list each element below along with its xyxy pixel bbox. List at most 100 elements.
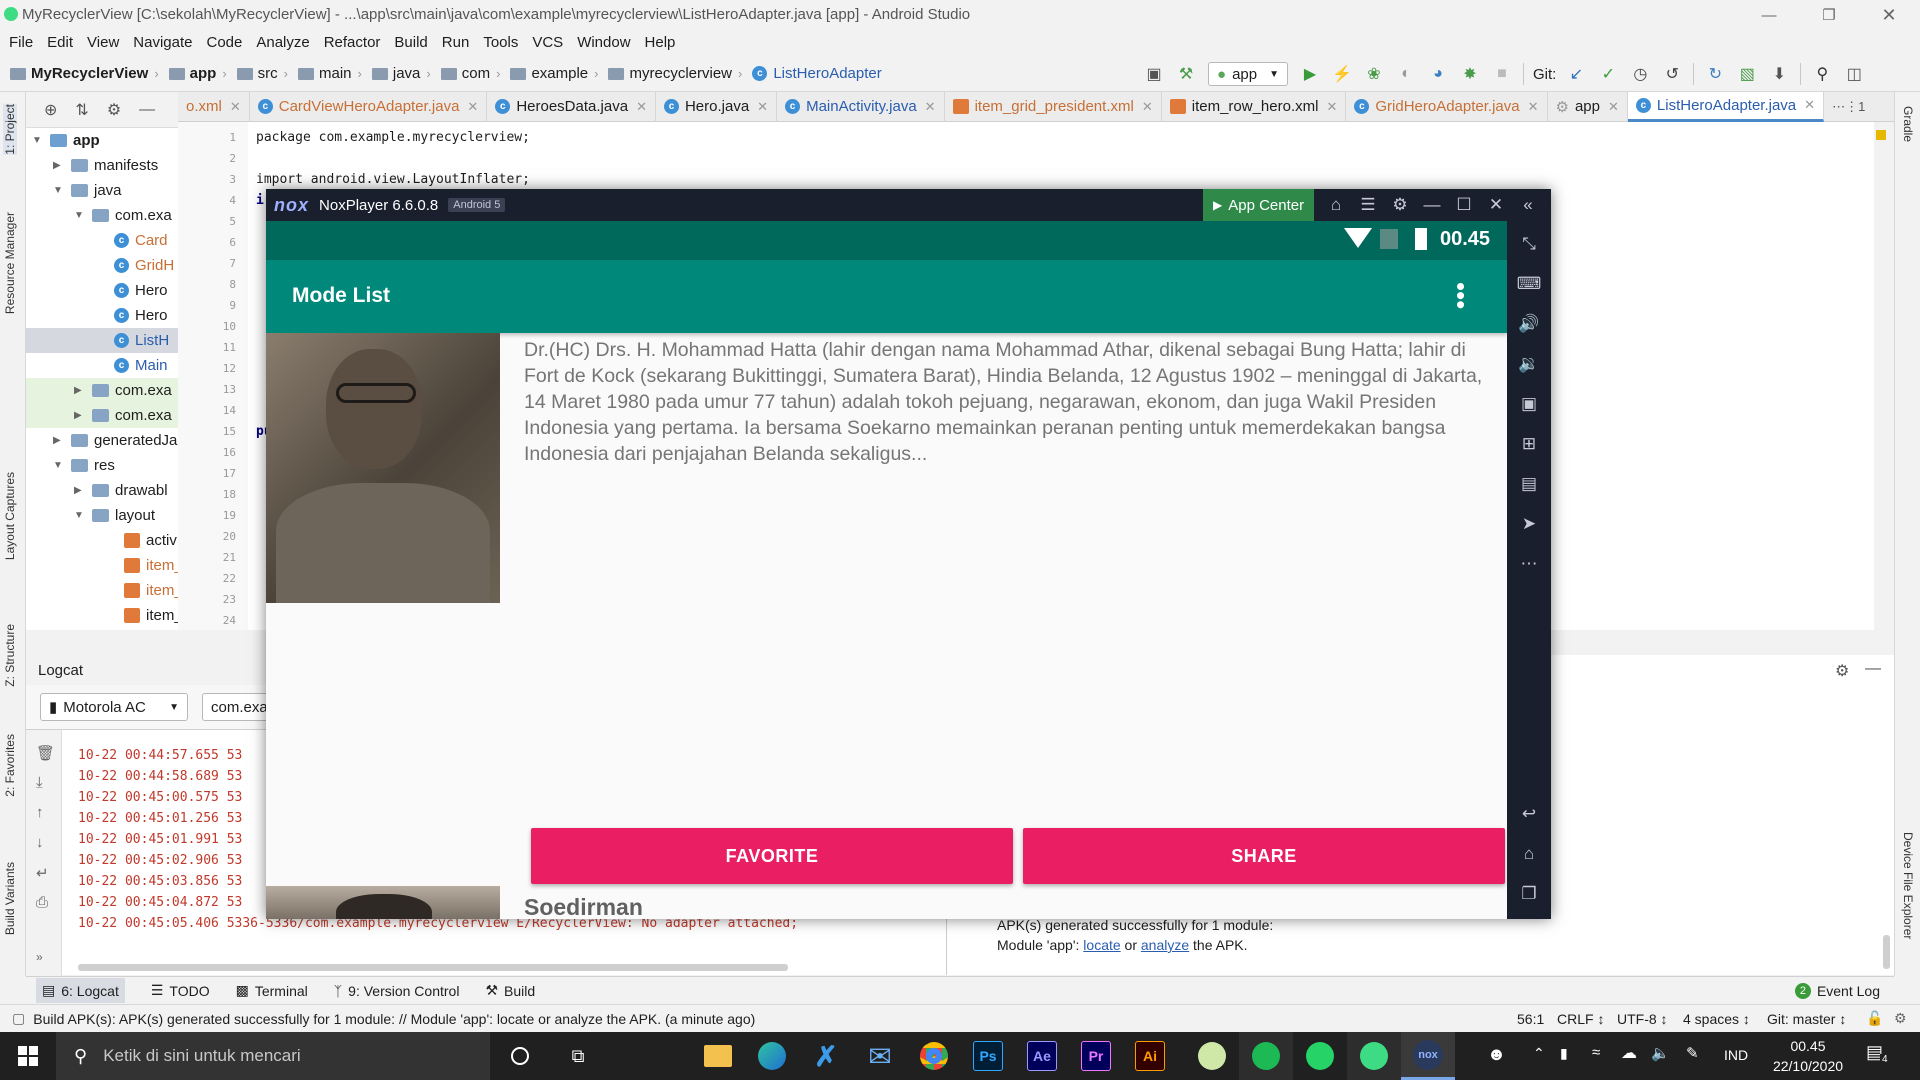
breadcrumb-java[interactable]: java › <box>371 65 431 82</box>
settings-icon[interactable]: ⚙ <box>1835 661 1849 681</box>
more-icon[interactable]: ⋯ <box>1518 553 1540 575</box>
git-rollback-icon[interactable]: ↺ <box>1662 64 1682 84</box>
hide-icon[interactable]: — <box>139 101 155 119</box>
battery-tray-icon[interactable]: ▮ <box>1560 1045 1568 1062</box>
tree-item[interactable]: ▶ com.exa <box>26 378 178 403</box>
menu-view[interactable]: View <box>80 30 126 56</box>
volume-down-icon[interactable]: 🔉 <box>1518 353 1540 375</box>
hero-photo[interactable] <box>266 333 500 603</box>
close-tab-icon[interactable]: ✕ <box>636 99 647 115</box>
breadcrumb-src[interactable]: src › <box>236 65 288 82</box>
analyze-link[interactable]: analyze <box>1141 937 1189 953</box>
menu-build[interactable]: Build <box>387 30 434 56</box>
vertical-scrollbar[interactable] <box>1883 935 1890 969</box>
collapse-all-icon[interactable]: ⇅ <box>75 100 88 120</box>
illustrator-icon[interactable]: Ai <box>1123 1032 1177 1080</box>
tree-item-selected[interactable]: c ListH <box>26 328 178 353</box>
pen-icon[interactable]: ✎ <box>1686 1044 1699 1062</box>
cloud-icon[interactable]: ☁ <box>1621 1043 1637 1063</box>
cortana-icon[interactable] <box>493 1032 547 1080</box>
fullscreen-icon[interactable]: ⤡ <box>1518 233 1540 255</box>
tab-item-row-hero[interactable]: item_row_hero.xml ✕ <box>1162 91 1347 122</box>
run-config-select[interactable]: ● app ▼ <box>1208 62 1288 86</box>
settings-icon[interactable]: ⚙ <box>107 100 121 120</box>
language-indicator[interactable]: IND <box>1724 1047 1748 1063</box>
tree-item[interactable]: c Card <box>114 228 168 253</box>
tree-item[interactable]: ▶ drawabl <box>74 478 168 503</box>
volume-up-icon[interactable]: 🔊 <box>1518 313 1540 335</box>
tree-item[interactable]: ▼ res <box>53 453 115 478</box>
photoshop-icon[interactable]: Ps <box>961 1032 1015 1080</box>
profile-icon[interactable]: ◕ <box>1428 64 1448 84</box>
settings-icon[interactable]: ⚙ <box>1389 194 1411 216</box>
close-tab-icon[interactable]: ✕ <box>1804 97 1815 113</box>
minimize-icon[interactable]: — <box>1746 0 1792 30</box>
git-commit-icon[interactable]: ✓ <box>1598 64 1618 84</box>
maximize-icon[interactable]: ☐ <box>1453 194 1475 216</box>
close-tab-icon[interactable]: ✕ <box>757 99 768 115</box>
hide-panel-icon[interactable]: — <box>1865 660 1881 678</box>
tree-item[interactable]: item_ <box>124 553 178 578</box>
locate-icon[interactable]: ⊕ <box>44 100 57 120</box>
gradle-tab[interactable]: Gradle <box>1901 106 1915 142</box>
android-studio-taskbar-icon[interactable] <box>1347 1032 1401 1080</box>
tab-o-xml[interactable]: o.xml ✕ <box>178 91 250 122</box>
coverage-icon[interactable]: ◐ <box>1396 64 1416 84</box>
tree-item[interactable]: ▶ generatedJa <box>53 428 177 453</box>
tree-item[interactable]: c Main <box>114 353 168 378</box>
menu-icon[interactable]: ☰ <box>1357 194 1379 216</box>
tree-item[interactable]: ▶ com.exa <box>26 403 178 428</box>
device-select[interactable]: ▮ Motorola AC ▼ <box>40 693 188 721</box>
menu-refactor[interactable]: Refactor <box>317 30 388 56</box>
menu-file[interactable]: File <box>2 30 40 56</box>
multi-instance-icon[interactable]: ▤ <box>1518 473 1540 495</box>
tab-build[interactable]: ⚒ Build <box>485 982 535 999</box>
search-icon[interactable]: ⚲ <box>1812 64 1832 84</box>
wifi-tray-icon[interactable]: ≈ <box>1592 1044 1600 1061</box>
project-structure-icon[interactable]: ▣ <box>1144 64 1164 84</box>
tree-item[interactable]: ▼ java <box>53 178 122 203</box>
notification-center-icon[interactable]: ▤ 4 <box>1866 1042 1892 1068</box>
run-icon[interactable]: ▶ <box>1300 64 1320 84</box>
locate-link[interactable]: locate <box>1083 937 1120 953</box>
close-tab-icon[interactable]: ✕ <box>1142 99 1153 115</box>
line-separator[interactable]: CRLF ↕ <box>1557 1011 1604 1027</box>
collapse-sidebar-icon[interactable]: « <box>1517 194 1539 216</box>
up-arrow-icon[interactable]: ↑ <box>36 804 44 821</box>
breadcrumb-app[interactable]: app › <box>168 65 227 82</box>
close-tab-icon[interactable]: ✕ <box>1528 99 1539 115</box>
breadcrumb-project[interactable]: MyRecyclerView › <box>10 65 159 82</box>
menu-edit[interactable]: Edit <box>40 30 80 56</box>
gradle-sync-icon[interactable]: ↻ <box>1705 64 1725 84</box>
build-variants-tab[interactable]: Build Variants <box>3 862 17 935</box>
menu-tools[interactable]: Tools <box>476 30 525 56</box>
hero-name[interactable]: Soedirman <box>524 894 643 919</box>
favorite-button[interactable]: FAVORITE <box>531 828 1013 884</box>
breadcrumb-com[interactable]: com › <box>440 65 500 82</box>
structure-tab[interactable]: Z: Structure <box>3 624 17 687</box>
tab-gridheroadapter[interactable]: c GridHeroAdapter.java ✕ <box>1346 91 1548 122</box>
soft-wrap-icon[interactable]: ↵ <box>36 864 49 882</box>
file-encoding[interactable]: UTF-8 ↕ <box>1617 1011 1668 1027</box>
minimize-icon[interactable]: — <box>1421 194 1443 216</box>
tree-item[interactable]: ▶ manifests <box>53 153 158 178</box>
rocket-icon[interactable]: ➤ <box>1518 513 1540 535</box>
task-view-icon[interactable]: ⧉ <box>551 1032 605 1080</box>
tab-cardviewheroadapter[interactable]: c CardViewHeroAdapter.java ✕ <box>250 91 488 122</box>
menu-help[interactable]: Help <box>638 30 683 56</box>
tree-item[interactable]: ▼ com.exa <box>74 203 172 228</box>
avd-manager-icon[interactable]: ▧ <box>1737 64 1757 84</box>
menu-analyze[interactable]: Analyze <box>249 30 316 56</box>
tree-item[interactable]: item_ <box>124 578 178 603</box>
close-tab-icon[interactable]: ✕ <box>230 99 241 115</box>
print-icon[interactable]: ⎙ <box>36 894 48 911</box>
tree-item[interactable]: item_ <box>124 603 178 628</box>
favorites-tab[interactable]: 2: Favorites <box>3 734 17 797</box>
recents-icon[interactable]: ❐ <box>1518 883 1540 905</box>
keyboard-icon[interactable]: ⌨ <box>1517 273 1542 295</box>
tray-expand-icon[interactable]: ⌃ <box>1533 1045 1545 1062</box>
close-tab-icon[interactable]: ✕ <box>467 99 478 115</box>
breadcrumb-class[interactable]: c ListHeroAdapter <box>752 65 882 82</box>
down-arrow-icon[interactable]: ↓ <box>36 834 44 851</box>
start-button[interactable] <box>0 1032 56 1080</box>
